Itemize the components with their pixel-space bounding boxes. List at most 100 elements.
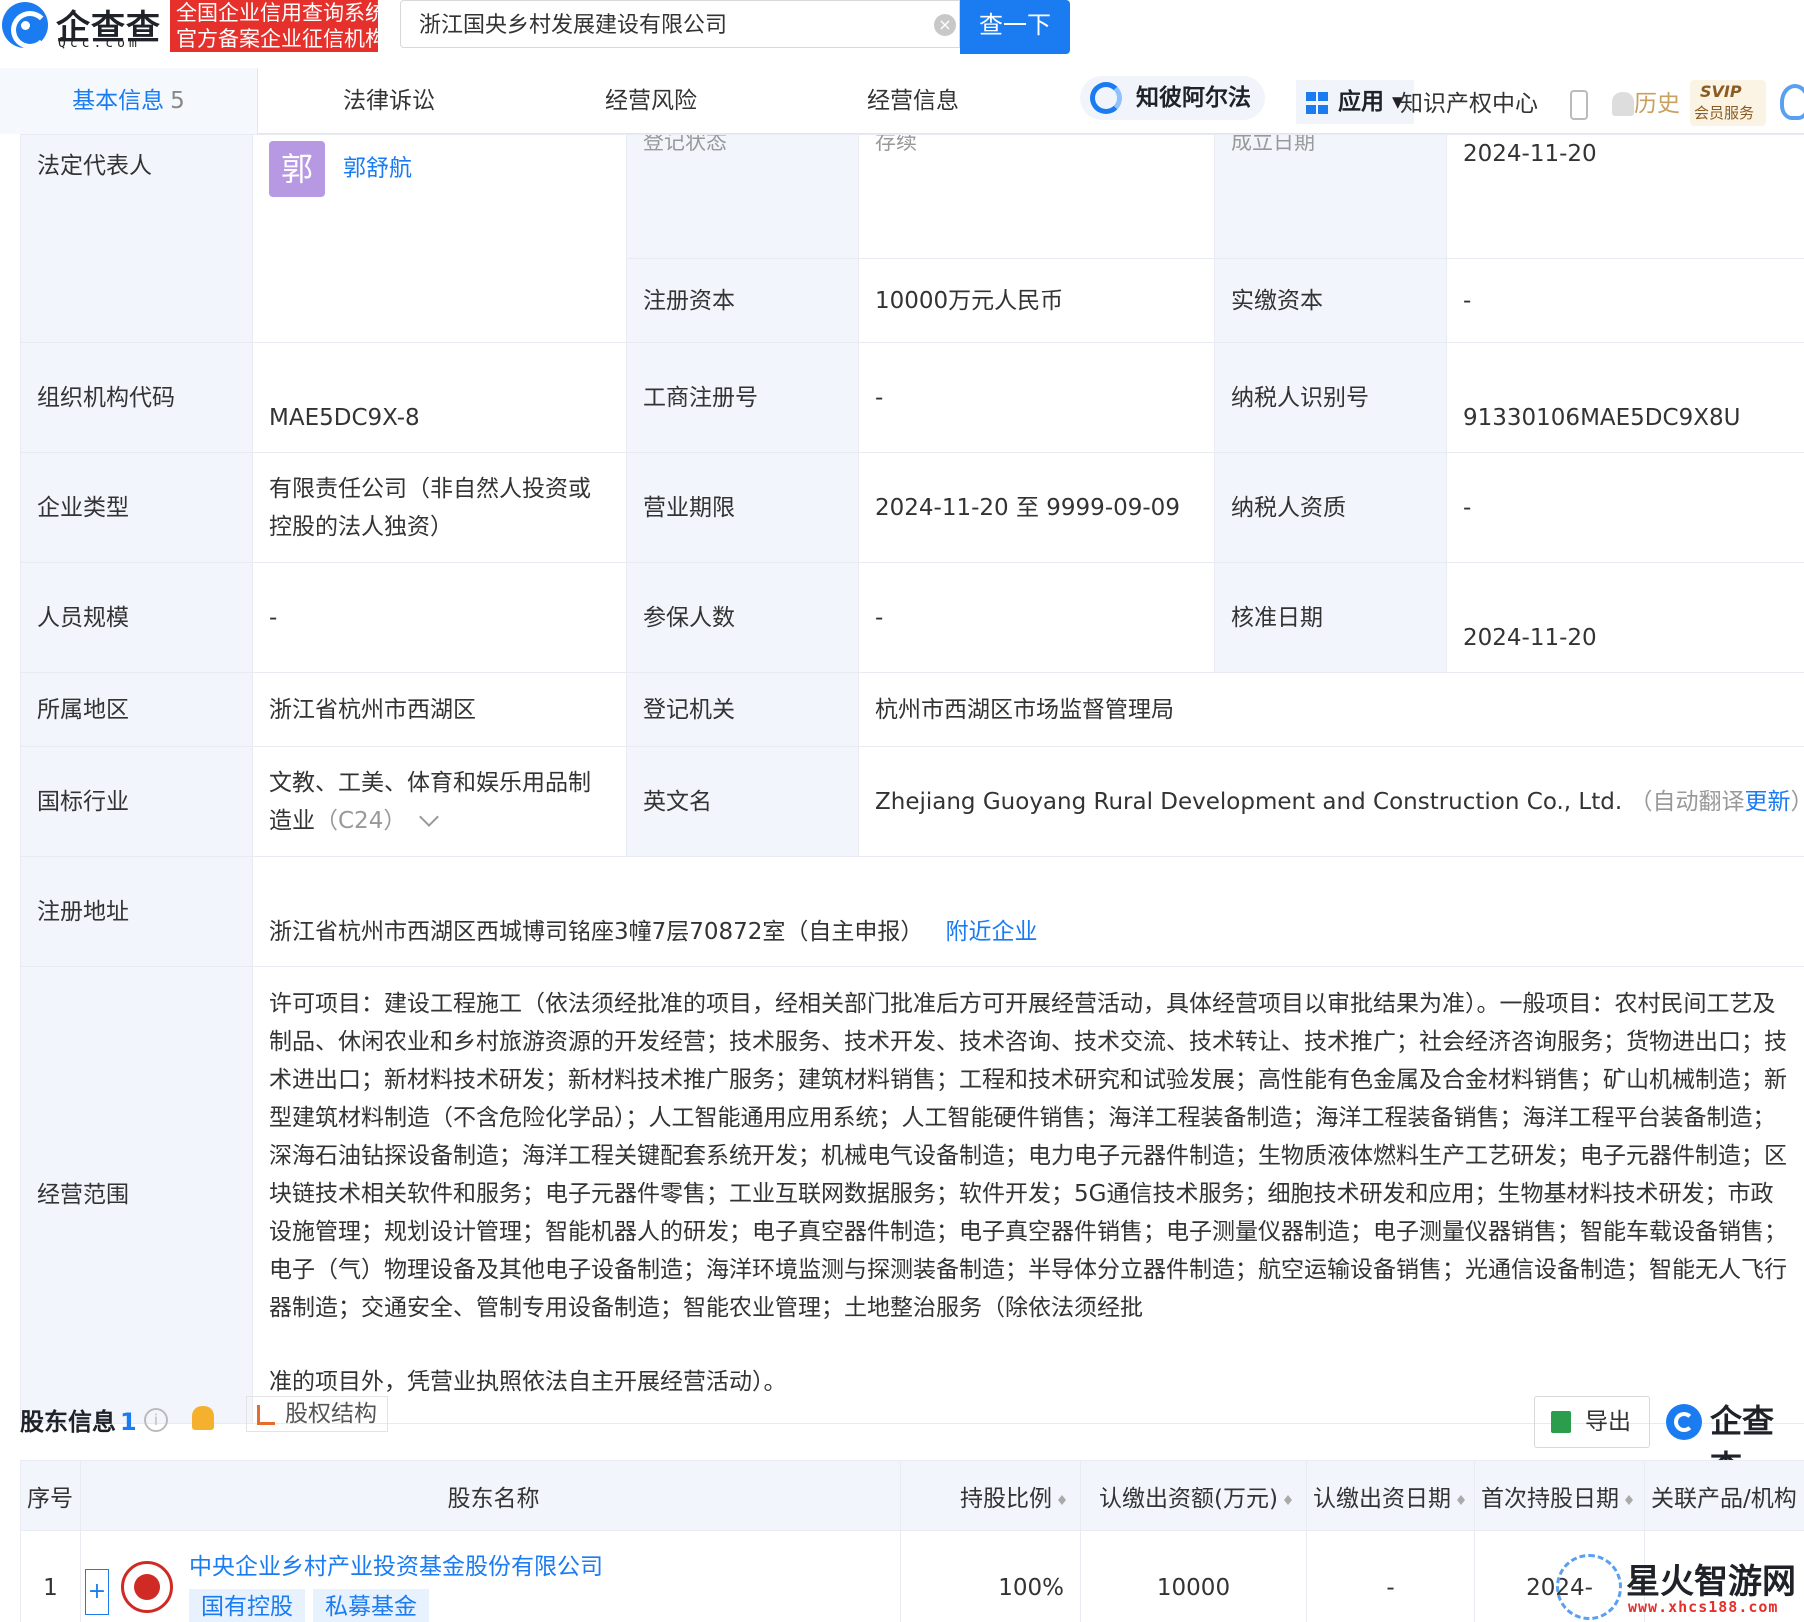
tag-private-fund[interactable]: 私募基金 [313,1589,429,1622]
seal-icon [121,1561,173,1613]
search-button[interactable]: 查一下 [960,0,1070,54]
translate-note-suffix: ） [1791,789,1804,815]
staff-value: - [252,562,627,673]
tax-id-value[interactable]: 91330106MAE5DC9X8U [1446,342,1804,453]
info-icon[interactable]: i [144,1408,168,1432]
sort-icon [1457,1491,1465,1507]
address-cell: 浙江省杭州市西湖区西城博司铭座3幢7层70872室（自主申报） 附近企业 [252,856,1804,967]
row-date: - [1306,1530,1475,1622]
equity-icon [257,1405,275,1425]
zhibi-alpha-button[interactable]: 知彼阿尔法 [1080,76,1265,120]
apps-button[interactable]: 应用 ▾ [1296,80,1414,124]
nearby-companies-link[interactable]: 附近企业 [945,919,1037,945]
region-label: 所属地区 [20,672,253,747]
scope-value: 许可项目：建设工程施工（依法须经批准的项目，经相关部门批准后方可开展经营活动，具… [269,991,1787,1321]
shareholder-count: 1 [120,1408,137,1436]
info-row-industry: 国标行业 文教、工美、体育和娱乐用品制造业（C24） 英文名 Zhejiang … [20,746,1804,857]
banner-line-2: 官方备案企业征信机构 [176,27,378,51]
export-label: 导出 [1585,1409,1631,1435]
search-box [400,0,960,48]
tag-state-owned[interactable]: 国有控股 [189,1589,305,1622]
col-amount[interactable]: 认缴出资额(万元) [1080,1460,1307,1531]
org-code-value[interactable]: MAE5DC9X-8 [252,342,627,453]
zhibi-icon [1090,82,1122,114]
svip-button[interactable]: SVIP 会员服务 [1690,80,1766,126]
clear-icon[interactable]: × [934,14,956,36]
status-label: 登记状态 [626,134,859,259]
logo-icon [1666,1404,1702,1440]
apps-icon [1306,92,1328,114]
company-type-value: 有限责任公司（非自然人投资或控股的法人独资） [252,452,627,563]
paid-capital-label: 实缴资本 [1214,258,1447,343]
phone-icon[interactable] [1570,90,1588,120]
info-row-legal: 法定代表人 郭郭舒航 登记状态 存续 成立日期 2024-11-20 [20,134,1804,343]
svip-icon: SVIP [1700,82,1742,101]
bell-icon[interactable] [192,1406,214,1430]
sort-icon [1058,1491,1066,1507]
tab-operation[interactable]: 经营信息 [782,68,1044,134]
equity-structure-button[interactable]: 股权结构 [246,1396,388,1432]
english-name-label: 英文名 [626,746,859,857]
shareholder-table: 序号 股东名称 持股比例 认缴出资额(万元) 认缴出资日期 首次持股日期 关联产… [20,1460,1804,1622]
watermark-logo-icon [1556,1554,1622,1620]
insured-label: 参保人数 [626,562,859,673]
info-row-address: 注册地址 浙江省杭州市西湖区西城博司铭座3幢7层70872室（自主申报） 附近企业 [20,856,1804,967]
top-bar: 企查查 Qcc.com 全国企业信用查询系统 官方备案企业征信机构 × 查一下 [0,0,1804,58]
col-first-date[interactable]: 首次持股日期 [1474,1460,1645,1531]
col-ratio[interactable]: 持股比例 [900,1460,1081,1531]
legal-rep-cell: 郭郭舒航 [252,134,627,343]
english-name-value: Zhejiang Guoyang Rural Development and C… [875,788,1623,815]
translate-update-link[interactable]: 更新 [1745,789,1791,815]
equity-structure-label: 股权结构 [285,1401,377,1427]
row-name-cell: + 中央企业乡村产业投资基金股份有限公司 国有控股 私募基金 [80,1530,901,1622]
export-button[interactable]: 导出 [1534,1396,1650,1448]
basic-info-table: 法定代表人 郭郭舒航 登记状态 存续 成立日期 2024-11-20 注册资本 … [20,134,1804,1424]
logo-icon[interactable] [2,2,49,49]
info-row-codes: 组织机构代码 MAE5DC9X-8 工商注册号 - 纳税人识别号 9133010… [20,342,1804,453]
tab-risk[interactable]: 经营风险 [520,68,782,134]
ip-center-link[interactable]: 知识产权中心 [1400,82,1538,126]
col-date[interactable]: 认缴出资日期 [1306,1460,1475,1531]
watermark: 星火智游网 www.xhcs188.com [1556,1554,1804,1622]
status-value: 存续 [858,134,1215,259]
industry-cell: 文教、工美、体育和娱乐用品制造业（C24） [252,746,627,857]
zhibi-label: 知彼阿尔法 [1136,85,1251,111]
address-label: 注册地址 [20,856,253,967]
bell-icon[interactable] [1612,92,1634,116]
company-type-label: 企业类型 [20,452,253,563]
search-input[interactable] [401,1,901,45]
industry-code: （C24） [315,807,407,834]
table-row: 1 + 中央企业乡村产业投资基金股份有限公司 国有控股 私募基金 100% 100… [20,1530,1804,1622]
svip-label: 会员服务 [1694,104,1755,122]
row-amount: 10000 [1080,1530,1307,1622]
tab-basic-info-label: 基本信息 [72,88,165,114]
expand-icon[interactable]: + [85,1569,109,1615]
sort-icon [1284,1491,1292,1507]
tab-basic-info[interactable]: 基本信息 5 [0,68,258,134]
tab-legal[interactable]: 法律诉讼 [258,68,520,134]
translate-note-prefix: （自动翻译 [1629,788,1745,815]
reg-capital-value: 10000万元人民币 [858,258,1215,343]
legal-rep-link[interactable]: 郭舒航 [343,156,412,182]
legal-rep-label: 法定代表人 [20,134,253,343]
found-date-label: 成立日期 [1214,134,1447,259]
watermark-site: www.xhcs188.com [1628,1598,1779,1616]
shareholder-name-link[interactable]: 中央企业乡村产业投资基金股份有限公司 [189,1547,900,1581]
col-name: 股东名称 [80,1460,901,1531]
service-icon[interactable] [1780,84,1804,120]
tax-id-label: 纳税人识别号 [1214,342,1447,453]
authority-label: 登记机关 [626,672,859,747]
row-ratio: 100% [900,1530,1081,1622]
chevron-down-icon[interactable] [419,806,440,827]
region-value: 浙江省杭州市西湖区 [252,672,627,747]
org-code-label: 组织机构代码 [20,342,253,453]
taxpayer-value: - [1446,452,1804,563]
industry-label: 国标行业 [20,746,253,857]
logo-domain: Qcc.com [58,36,141,51]
address-value: 浙江省杭州市西湖区西城博司铭座3幢7层70872室（自主申报） [269,918,924,945]
biz-reg-label: 工商注册号 [626,342,859,453]
approve-date-label: 核准日期 [1214,562,1447,673]
history-link[interactable]: 历史 [1634,82,1680,126]
info-row-scope: 经营范围 许可项目：建设工程施工（依法须经批准的项目，经相关部门批准后方可开展经… [20,966,1804,1424]
tab-basic-info-count: 5 [170,88,185,114]
